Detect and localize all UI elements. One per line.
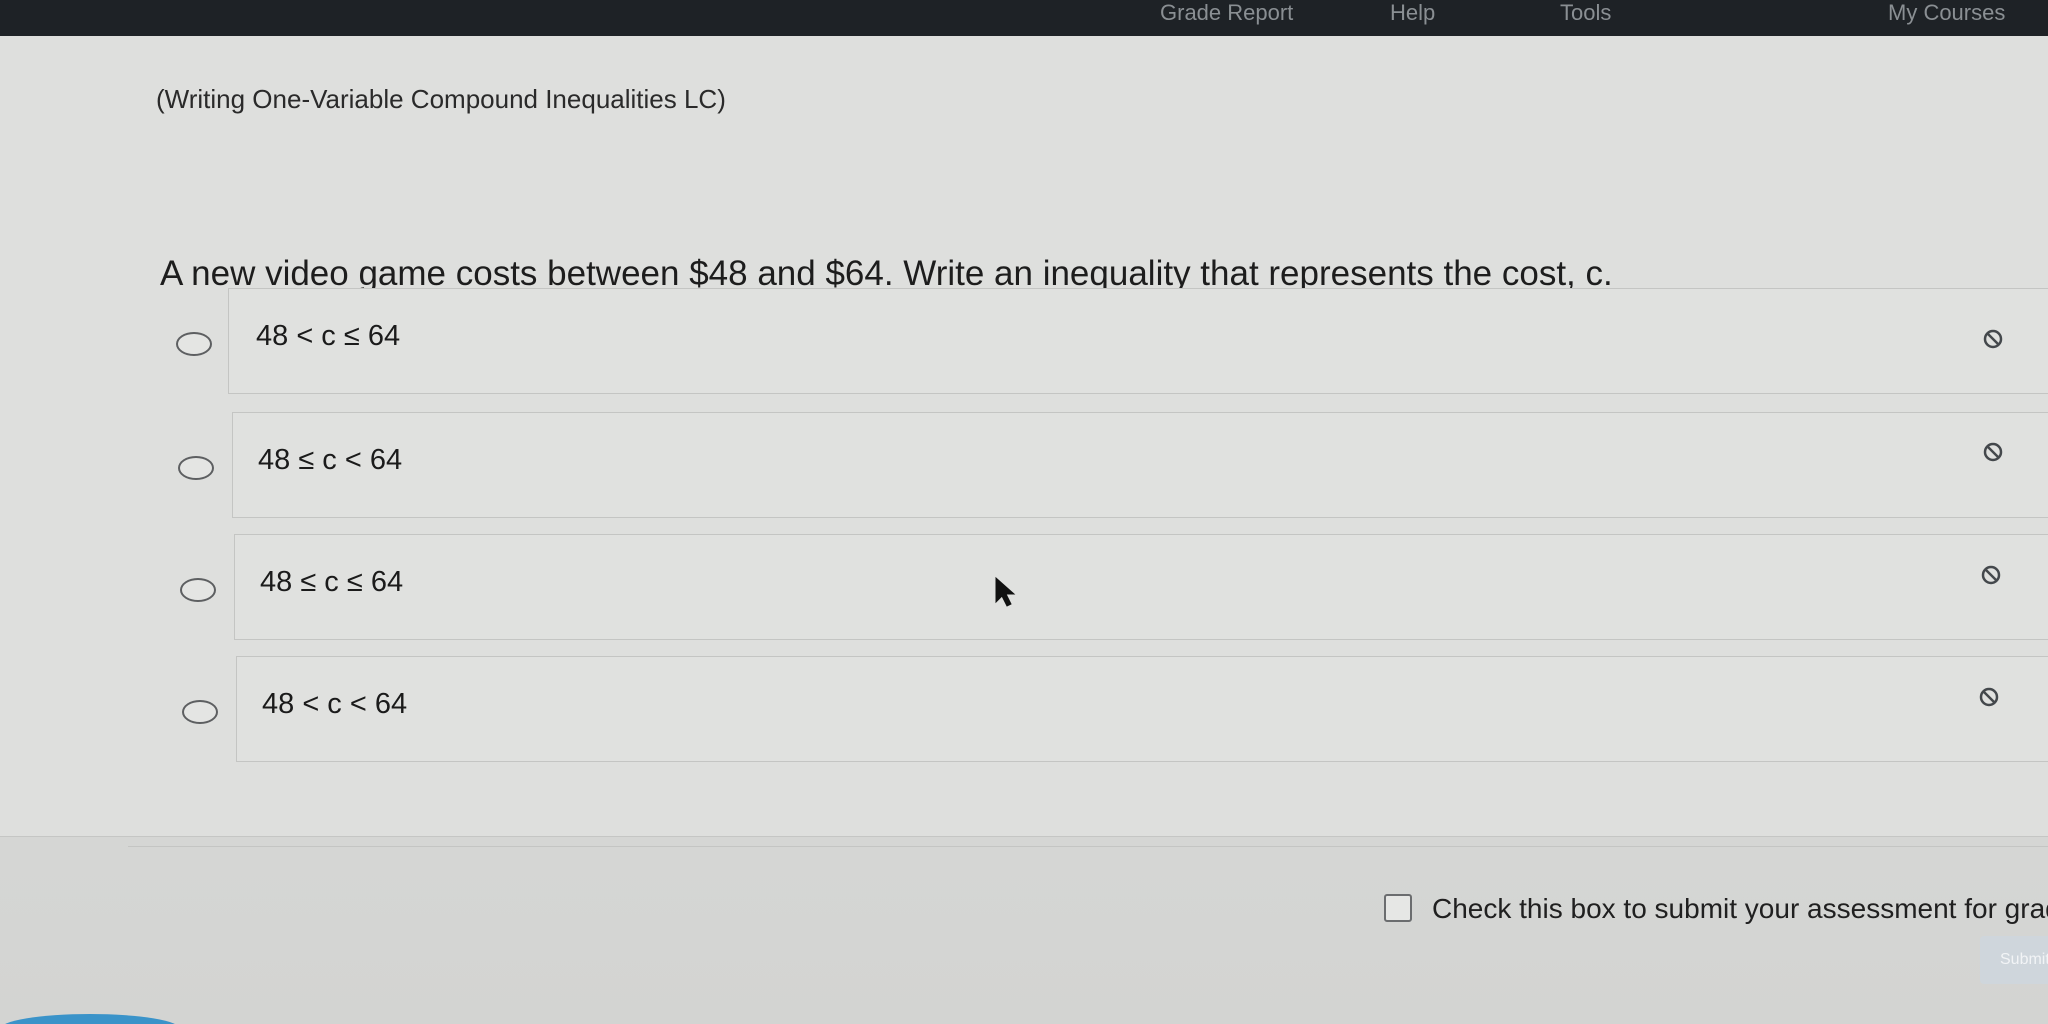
taskbar-edge — [0, 1014, 180, 1024]
answer-choice-1-label: 48 < c ≤ 64 — [256, 320, 401, 352]
eliminate-choice-icon[interactable] — [1982, 441, 2004, 463]
submit-checkbox-label[interactable]: Check this box to submit your assessment… — [1432, 893, 2048, 925]
radio-button-icon[interactable] — [178, 456, 214, 480]
eliminate-choice-icon[interactable] — [1980, 564, 2002, 586]
nav-grade-report[interactable]: Grade Report — [1160, 0, 1293, 26]
nav-my-courses[interactable]: My Courses — [1888, 0, 2005, 26]
nav-help[interactable]: Help — [1390, 0, 1435, 26]
eliminate-choice-icon[interactable] — [1982, 328, 2004, 350]
checkbox-icon[interactable] — [1384, 894, 1412, 922]
nav-tools[interactable]: Tools — [1560, 0, 1611, 26]
question-panel: (Writing One-Variable Compound Inequalit… — [0, 36, 2048, 837]
section-divider — [128, 846, 2048, 847]
answer-choice-2-label: 48 ≤ c < 64 — [258, 444, 403, 476]
answer-choice-4-label: 48 < c < 64 — [262, 688, 408, 720]
submit-button[interactable]: Submit — [1980, 936, 2048, 984]
mouse-pointer-icon — [995, 576, 1016, 607]
answer-choice-4[interactable] — [236, 656, 2048, 762]
answer-choice-2[interactable] — [232, 412, 2048, 518]
answer-choice-3[interactable] — [234, 534, 2048, 640]
assignment-title: (Writing One-Variable Compound Inequalit… — [156, 84, 726, 114]
radio-button-icon[interactable] — [182, 700, 218, 724]
eliminate-choice-icon[interactable] — [1978, 686, 2000, 708]
radio-button-icon[interactable] — [180, 578, 216, 602]
radio-button-icon[interactable] — [176, 332, 212, 356]
assessment-page: Grade Report Help Tools My Courses (Writ… — [0, 0, 2048, 1024]
answer-choice-3-label: 48 ≤ c ≤ 64 — [260, 566, 404, 598]
answer-choice-1[interactable] — [228, 288, 2048, 394]
